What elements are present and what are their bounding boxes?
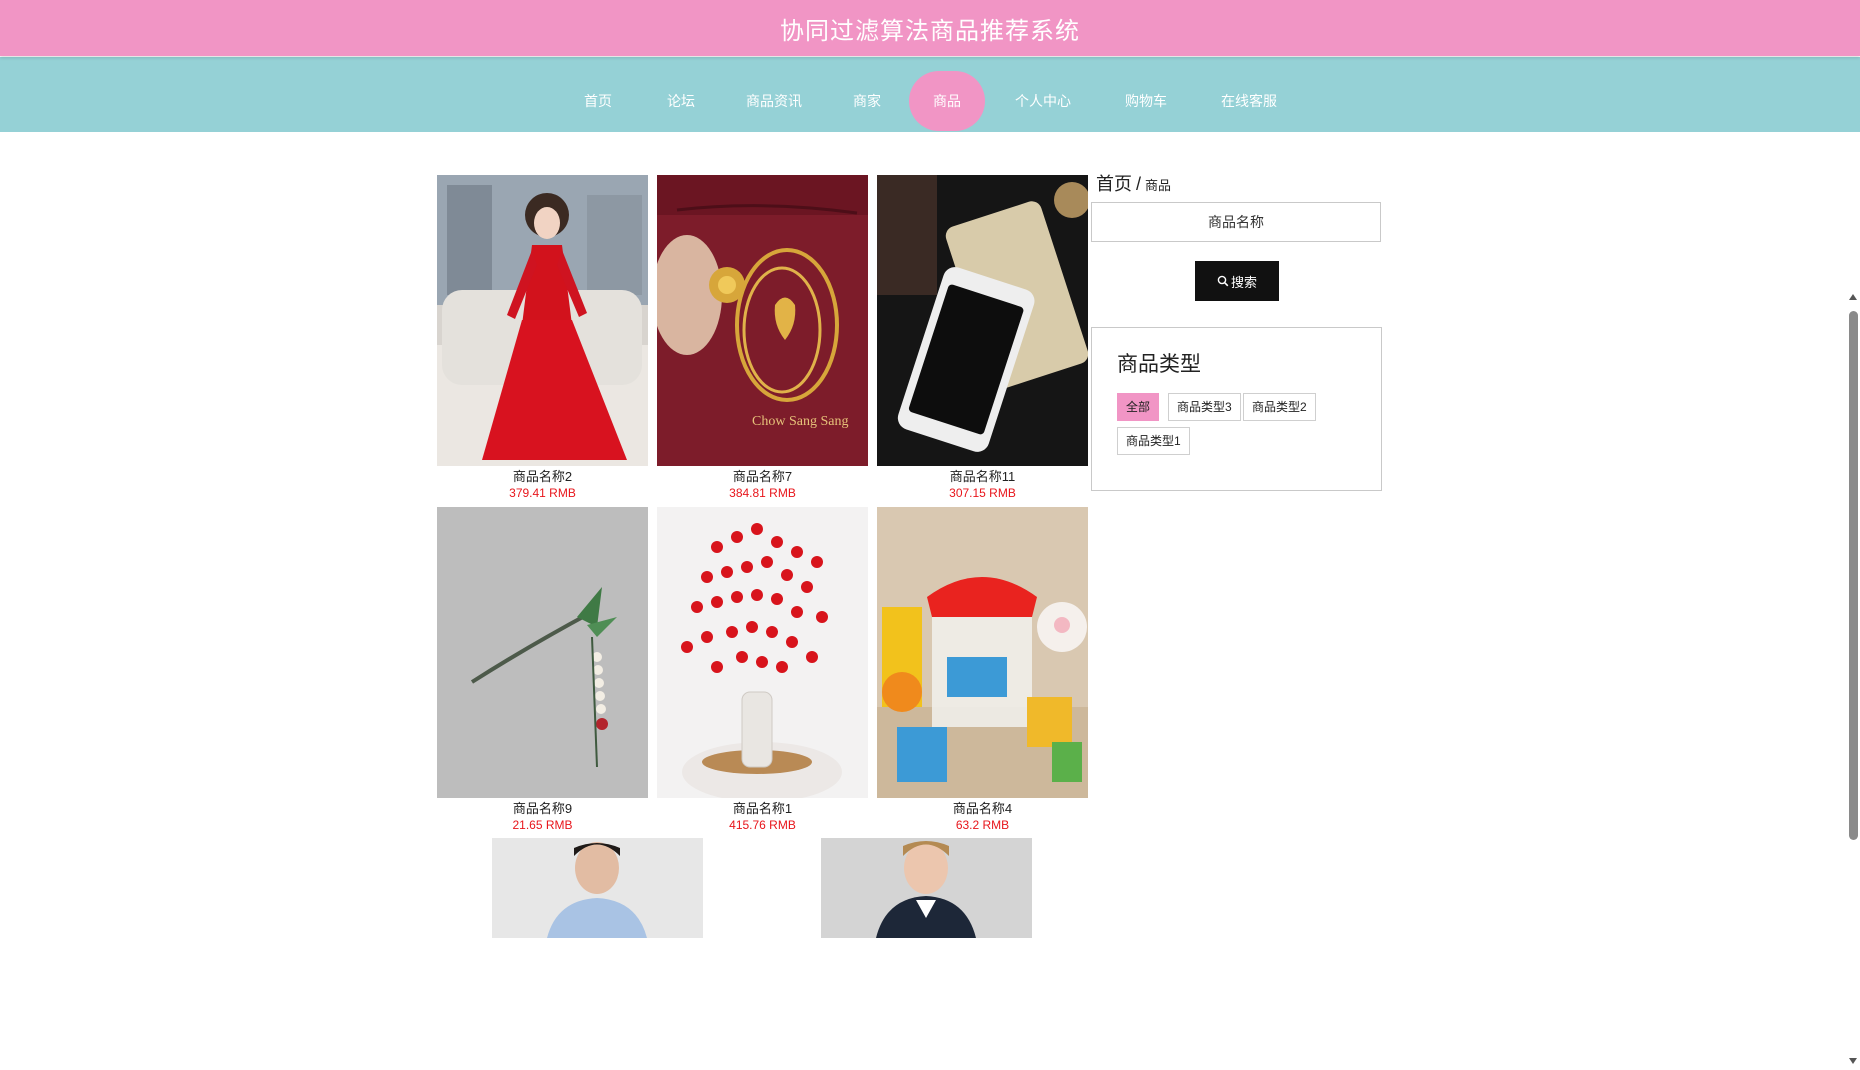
- scroll-up-arrow-icon[interactable]: [1849, 294, 1857, 300]
- nav-item-forum[interactable]: 论坛: [661, 71, 701, 131]
- product-type-title: 商品类型: [1117, 353, 1201, 376]
- nav-item-merchants[interactable]: 商家: [847, 71, 887, 131]
- product-card[interactable]: 商品名称9 21.65 RMB: [437, 507, 648, 833]
- product-price: 63.2 RMB: [955, 818, 1010, 832]
- breadcrumb-separator: /: [1136, 174, 1142, 194]
- title-bar: 协同过滤算法商品推荐系统: [0, 0, 1860, 56]
- product-card[interactable]: 商品名称1 415.76 RMB: [657, 507, 868, 833]
- scroll-down-arrow-icon[interactable]: [1849, 1058, 1857, 1064]
- search-icon: [1217, 275, 1229, 287]
- type-chip-type1[interactable]: 商品类型1: [1117, 427, 1190, 455]
- nav-item-products[interactable]: 商品: [909, 71, 985, 131]
- product-image-smartphone[interactable]: [877, 175, 1088, 466]
- product-image-hairpin[interactable]: [437, 507, 648, 798]
- product-price: 379.41 RMB: [509, 486, 576, 500]
- type-chip-all[interactable]: 全部: [1117, 393, 1160, 421]
- product-card[interactable]: 商品名称11 307.15 RMB: [877, 175, 1088, 501]
- product-name: 商品名称4: [952, 801, 1013, 816]
- svg-text:Chow Sang Sang: Chow Sang Sang: [752, 414, 848, 429]
- site-title: 协同过滤算法商品推荐系统: [780, 17, 1080, 45]
- type-chip-type3[interactable]: 商品类型3: [1168, 393, 1241, 421]
- product-image-man-shirt[interactable]: [492, 838, 703, 938]
- search-button-label: 搜索: [1230, 274, 1257, 290]
- product-image-gold-jewelry[interactable]: Chow Sang Sang: [657, 175, 868, 466]
- breadcrumb-home[interactable]: 首页: [1096, 174, 1132, 194]
- type-chip-type2[interactable]: 商品类型2: [1243, 393, 1316, 421]
- product-card[interactable]: [492, 838, 703, 938]
- product-price: 307.15 RMB: [949, 486, 1016, 500]
- nav-item-news[interactable]: 商品资讯: [744, 71, 804, 131]
- page-scrollbar[interactable]: [1846, 264, 1860, 1070]
- product-image-man-jacket[interactable]: [821, 838, 1032, 938]
- breadcrumb: 首页 / 商品: [1096, 170, 1171, 196]
- product-price: 21.65 RMB: [512, 818, 573, 832]
- nav-item-support[interactable]: 在线客服: [1219, 71, 1279, 131]
- product-name: 商品名称2: [512, 469, 573, 484]
- product-type-panel: 商品类型 全部 商品类型3 商品类型2 商品类型1: [1091, 327, 1382, 491]
- product-price: 415.76 RMB: [729, 818, 796, 832]
- product-price: 384.81 RMB: [729, 486, 796, 500]
- product-card[interactable]: [821, 838, 1032, 938]
- search-button[interactable]: 搜索: [1195, 261, 1279, 301]
- main-content: 商品名称2 379.41 RMB Chow Sang Sang 商品名称7 38…: [0, 132, 1860, 1070]
- scroll-thumb[interactable]: [1849, 311, 1858, 840]
- product-card[interactable]: 商品名称2 379.41 RMB: [437, 175, 648, 501]
- product-image-red-flowers[interactable]: [657, 507, 868, 798]
- nav-item-cart[interactable]: 购物车: [1122, 71, 1170, 131]
- product-image-food-container[interactable]: [877, 507, 1088, 798]
- product-card[interactable]: Chow Sang Sang 商品名称7 384.81 RMB: [657, 175, 868, 501]
- main-nav: 首页 论坛 商品资讯 商家 商品 个人中心 购物车 在线客服: [0, 57, 1860, 132]
- product-name: 商品名称7: [732, 469, 793, 484]
- product-image-red-dress[interactable]: [437, 175, 648, 466]
- nav-item-home[interactable]: 首页: [578, 71, 618, 131]
- nav-item-profile[interactable]: 个人中心: [1013, 71, 1073, 131]
- breadcrumb-current: 商品: [1145, 178, 1172, 193]
- search-input[interactable]: [1091, 202, 1381, 242]
- product-name: 商品名称1: [732, 801, 793, 816]
- product-card[interactable]: 商品名称4 63.2 RMB: [877, 507, 1088, 833]
- product-name: 商品名称11: [949, 469, 1016, 484]
- product-name: 商品名称9: [512, 801, 573, 816]
